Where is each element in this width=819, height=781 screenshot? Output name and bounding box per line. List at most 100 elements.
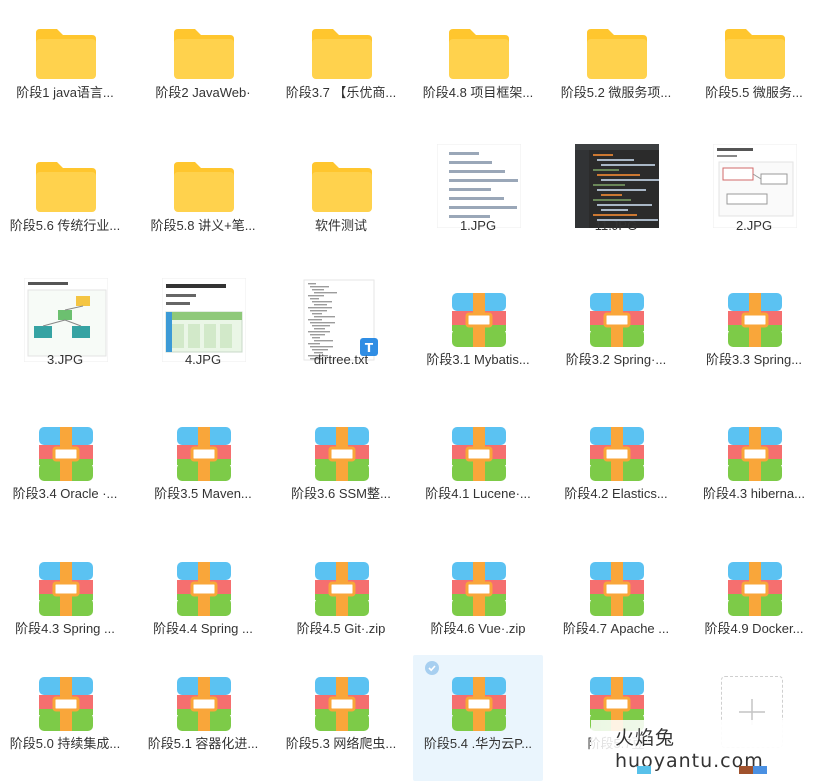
file-item[interactable]: 阶段4.9 Docker... (689, 540, 819, 666)
item-label: 阶段3.7 【乐优商... (285, 85, 397, 100)
item-label: 阶段5.5 微服务... (705, 85, 803, 100)
item-label: 4.JPG (184, 352, 222, 367)
folder-item[interactable]: 阶段2 JavaWeb· (138, 4, 268, 130)
watermark: 火焰兔 huoyantu.com (591, 720, 819, 774)
item-label: 阶段4.5 Git·.zip (296, 621, 386, 636)
file-item[interactable]: 阶段4.5 Git·.zip (276, 540, 406, 666)
file-item[interactable]: 阶段3.4 Oracle ·... (0, 405, 130, 531)
item-label: 阶段3.5 Maven... (154, 486, 252, 501)
item-label: 阶段5.3 网络爬虫... (285, 736, 397, 751)
folder-icon (162, 144, 246, 228)
folder-item[interactable]: 阶段5.2 微服务项... (551, 4, 681, 130)
item-label: 阶段1 java语言... (16, 85, 114, 100)
item-label: 阶段4.2 Elastics... (564, 486, 668, 501)
item-label: 阶段5.0 持续集成... (9, 736, 121, 751)
item-label: 阶段4.1 Lucene·... (425, 486, 531, 501)
folder-icon (24, 11, 108, 95)
file-item[interactable]: 11.JPG (551, 137, 681, 263)
archive-icon (713, 547, 797, 631)
item-label: 阶段3.4 Oracle ·... (12, 486, 118, 501)
file-item[interactable]: 阶段3.1 Mybatis... (413, 271, 543, 397)
checkmark-icon[interactable] (425, 661, 439, 675)
file-item[interactable]: 3.JPG (0, 271, 130, 397)
file-item[interactable]: 阶段4.1 Lucene·... (413, 405, 543, 531)
folder-item[interactable]: 阶段1 java语言... (0, 4, 130, 130)
archive-icon (437, 412, 521, 496)
folder-item[interactable]: 阶段5.5 微服务... (689, 4, 819, 130)
file-item[interactable]: 阶段4.3 hiberna... (689, 405, 819, 531)
item-label: 阶段4.7 Apache ... (562, 621, 670, 636)
item-label: 阶段2 JavaWeb· (155, 85, 251, 100)
file-item[interactable]: 阶段4.2 Elastics... (551, 405, 681, 531)
folder-icon (162, 11, 246, 95)
item-label: 阶段4.8 项目框架... (422, 85, 534, 100)
watermark-strip-brown (739, 766, 753, 774)
item-label: 阶段5.4 .华为云P... (423, 736, 533, 751)
item-label: 3.JPG (46, 352, 84, 367)
archive-icon (300, 547, 384, 631)
archive-icon (575, 412, 659, 496)
folder-icon (575, 11, 659, 95)
file-item[interactable]: 阶段4.6 Vue·.zip (413, 540, 543, 666)
folder-icon (713, 11, 797, 95)
item-label: 阶段3.6 SSM整... (291, 486, 391, 501)
folder-item[interactable]: 阶段3.7 【乐优商... (276, 4, 406, 130)
file-item[interactable]: 阶段5.3 网络爬虫... (276, 655, 406, 781)
folder-icon (437, 11, 521, 95)
file-item[interactable]: T dirtree.txt (276, 271, 406, 397)
folder-item[interactable]: 阶段5.8 讲义+笔... (138, 137, 268, 263)
file-item[interactable]: 阶段5.4 .华为云P... (413, 655, 543, 781)
archive-icon (24, 412, 108, 496)
archive-icon (575, 547, 659, 631)
item-label: 软件测试 (314, 218, 367, 233)
folder-item[interactable]: 软件测试 (276, 137, 406, 263)
archive-icon (437, 278, 521, 362)
item-label: 阶段5.6 传统行业... (9, 218, 121, 233)
folder-icon (300, 144, 384, 228)
file-item[interactable]: 阶段3.5 Maven... (138, 405, 268, 531)
file-item[interactable]: 1.JPG (413, 137, 543, 263)
item-label: 阶段5.2 微服务项... (560, 85, 672, 100)
archive-icon (713, 278, 797, 362)
archive-icon (300, 412, 384, 496)
archive-icon (713, 412, 797, 496)
watermark-strip-blue (637, 766, 651, 774)
image-thumb-code (575, 144, 659, 228)
archive-icon (575, 278, 659, 362)
archive-icon (162, 662, 246, 746)
image-thumb-text (437, 144, 521, 228)
item-label: 阶段4.3 Spring ... (15, 621, 115, 636)
image-thumb-diagram (24, 278, 108, 362)
item-label: 阶段3.3 Spring... (705, 352, 803, 367)
file-item[interactable]: 阶段3.2 Spring·... (551, 271, 681, 397)
folder-item[interactable]: 阶段4.8 项目框架... (413, 4, 543, 130)
image-thumb-doc (713, 144, 797, 228)
item-label: 1.JPG (459, 218, 497, 233)
file-item[interactable]: 阶段4.4 Spring ... (138, 540, 268, 666)
item-label: 阶段4.9 Docker... (704, 621, 804, 636)
item-label: 阶段4.6 Vue·.zip (430, 621, 526, 636)
file-item[interactable]: 阶段5.0 持续集成... (0, 655, 130, 781)
item-label: dirtree.txt (313, 352, 369, 367)
file-item[interactable]: 2.JPG (689, 137, 819, 263)
archive-icon (300, 662, 384, 746)
item-label: 阶段4.3 hiberna... (703, 486, 805, 501)
folder-item[interactable]: 阶段5.6 传统行业... (0, 137, 130, 263)
archive-icon (24, 662, 108, 746)
file-item[interactable]: 阶段4.7 Apache ... (551, 540, 681, 666)
file-item[interactable]: 阶段3.3 Spring... (689, 271, 819, 397)
folder-icon (24, 144, 108, 228)
item-label: 阶段3.1 Mybatis... (426, 352, 530, 367)
item-label: 阶段3.2 Spring·... (565, 352, 667, 367)
archive-icon (162, 547, 246, 631)
file-item[interactable]: 4.JPG (138, 271, 268, 397)
item-label: 阶段4.4 Spring ... (153, 621, 253, 636)
file-item[interactable]: 阶段5.1 容器化进... (138, 655, 268, 781)
file-grid: 阶段1 java语言... 阶段2 JavaWeb· 阶段3.7 【乐优商...… (0, 0, 819, 781)
folder-icon (300, 11, 384, 95)
item-label: 11.JPG (594, 218, 638, 233)
archive-icon (437, 662, 521, 746)
file-item[interactable]: 阶段4.3 Spring ... (0, 540, 130, 666)
item-label: 阶段5.8 讲义+笔... (150, 218, 256, 233)
file-item[interactable]: 阶段3.6 SSM整... (276, 405, 406, 531)
